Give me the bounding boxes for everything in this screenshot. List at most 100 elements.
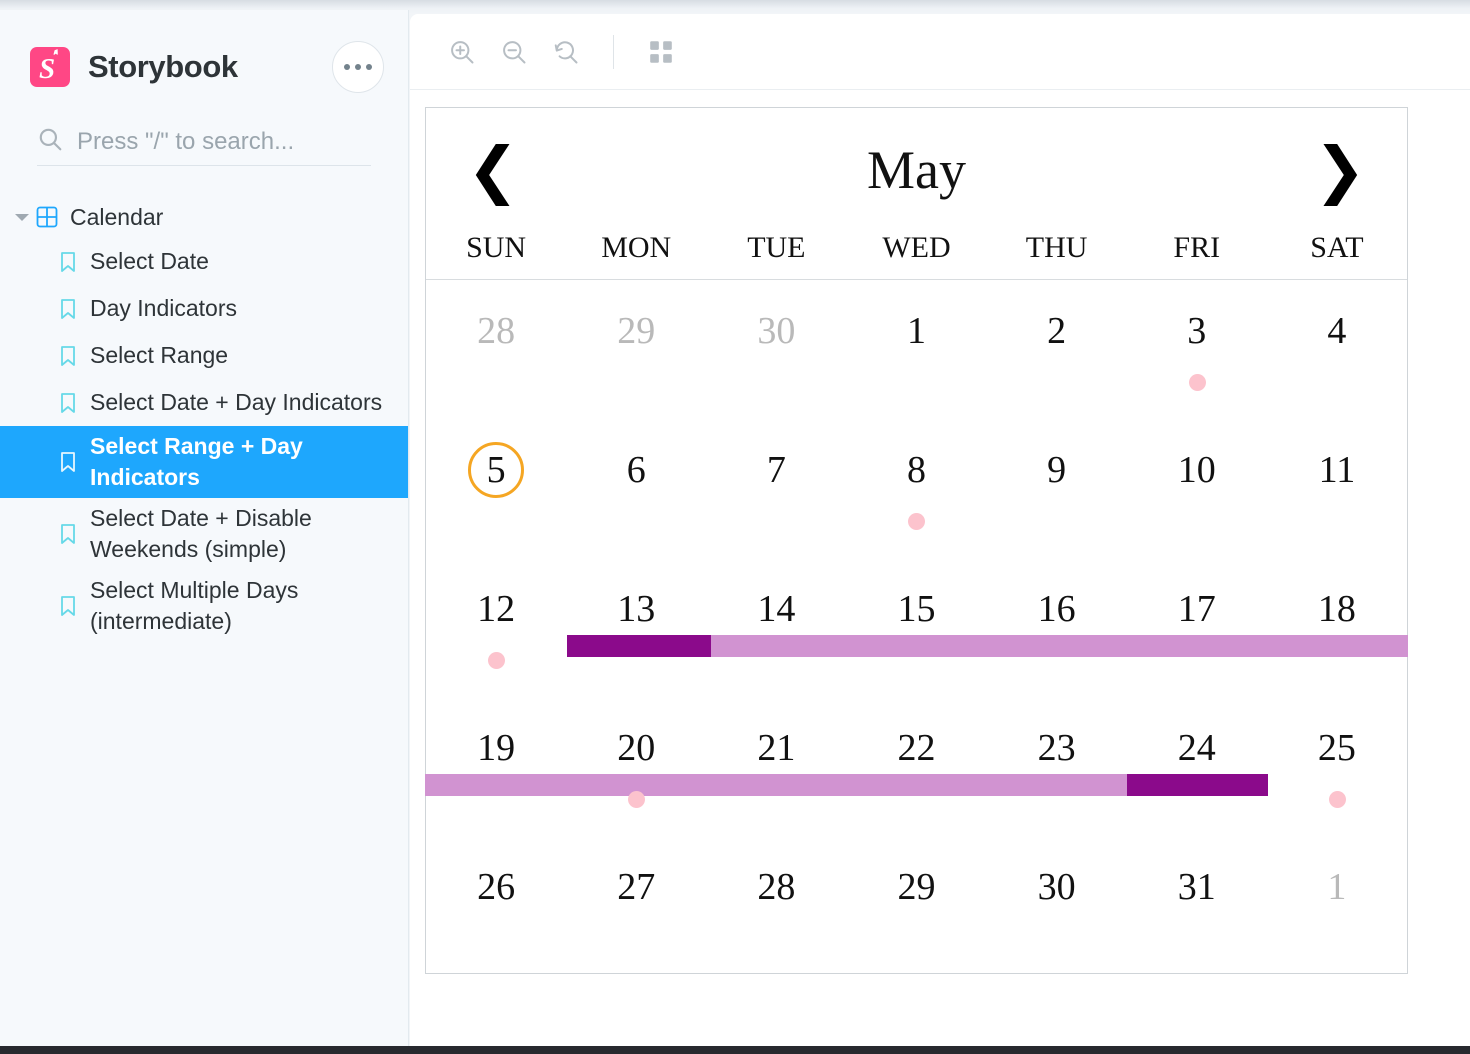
calendar-day-cell[interactable]: 25 (1267, 697, 1407, 836)
calendar-day-cell[interactable]: 21 (706, 697, 846, 836)
calendar-day-cell[interactable]: 28 (706, 836, 846, 973)
calendar-day-cell[interactable]: 7 (706, 419, 846, 558)
calendar-day-cell[interactable]: 31 (1127, 836, 1267, 973)
day-indicator-dot (628, 791, 646, 808)
calendar-day-cell[interactable]: 12 (426, 558, 566, 697)
calendar-day-cell[interactable]: 26 (426, 836, 566, 973)
calendar-day-cell[interactable]: 30 (987, 836, 1127, 973)
calendar-day-cell[interactable]: 11 (1267, 419, 1407, 558)
sidebar-item-select-range-day-indicators[interactable]: Select Range + Day Indicators (0, 426, 408, 498)
weekday-label: SAT (1310, 231, 1364, 264)
bookmark-icon (58, 523, 78, 545)
window-bottom-edge (0, 1046, 1470, 1054)
calendar-day-cell[interactable]: 23 (987, 697, 1127, 836)
calendar-day-cell[interactable]: 8 (846, 419, 986, 558)
day-number: 21 (757, 727, 796, 769)
sidebar-item-select-date-disable-weekends[interactable]: Select Date + Disable Weekends (simple) (0, 498, 408, 570)
sidebar-menu-button[interactable] (332, 41, 384, 93)
calendar-day-cell[interactable]: 28 (426, 280, 566, 419)
day-number: 5 (468, 442, 525, 498)
calendar-day-cell[interactable]: 22 (846, 697, 986, 836)
calendar-day-cell[interactable]: 30 (706, 280, 846, 419)
sidebar-item-select-date[interactable]: Select Date (0, 238, 408, 285)
day-number: 29 (897, 866, 936, 908)
calendar-day-cell-range-start[interactable]: 13 (566, 558, 706, 697)
day-number: 25 (1317, 727, 1356, 769)
storybook-logo-icon[interactable]: S (30, 47, 70, 87)
zoom-reset-button[interactable] (542, 28, 590, 76)
sidebar: S Storybook Press "/" to search... Calen… (0, 10, 409, 1046)
calendar-week-row: 28 29 30 1 2 3 4 (426, 280, 1407, 419)
chevron-right-icon[interactable]: ❯ (1305, 138, 1375, 201)
calendar-day-cell-today[interactable]: 5 (426, 419, 566, 558)
tree-group-calendar[interactable]: Calendar (0, 196, 408, 238)
calendar-day-cell[interactable]: 17 (1127, 558, 1267, 697)
day-number: 28 (757, 866, 796, 908)
ellipsis-dot (344, 64, 350, 70)
calendar-day-cell[interactable]: 6 (566, 419, 706, 558)
calendar-day-cell[interactable]: 2 (987, 280, 1127, 419)
day-number: 29 (617, 310, 656, 352)
calendar-day-cell[interactable]: 14 (706, 558, 846, 697)
bookmark-icon (58, 451, 78, 473)
day-number: 2 (1047, 310, 1067, 352)
day-number: 13 (617, 588, 656, 630)
chevron-left-icon[interactable]: ❮ (458, 138, 528, 201)
calendar-day-cell[interactable]: 29 (566, 280, 706, 419)
sidebar-item-label: Day Indicators (90, 295, 238, 321)
day-number: 4 (1327, 310, 1347, 352)
calendar-week-row: 12 13 14 15 16 17 18 (426, 558, 1408, 697)
calendar-day-cell[interactable]: 1 (1267, 836, 1407, 973)
sidebar-item-select-multiple-days[interactable]: Select Multiple Days (intermediate) (0, 570, 408, 642)
calendar-day-cell[interactable]: 4 (1267, 280, 1407, 419)
calendar-week-row: 26 27 28 29 30 31 1 (426, 836, 1407, 973)
day-number: 26 (477, 866, 516, 908)
day-number: 3 (1187, 310, 1207, 352)
preview-panel: ❮ May ❯ SUN MON TUE WED THU FRI SAT 28 2… (410, 14, 1470, 1046)
day-number: 16 (1037, 588, 1076, 630)
search-input[interactable] (77, 127, 371, 156)
day-number: 8 (906, 449, 926, 491)
day-number: 10 (1177, 449, 1216, 491)
calendar-day-cell[interactable]: 18 (1267, 558, 1407, 697)
range-selected-bar (567, 635, 711, 657)
day-number: 12 (477, 588, 516, 630)
calendar-day-cell[interactable]: 27 (566, 836, 706, 973)
calendar-day-cell[interactable]: 15 (846, 558, 986, 697)
day-number: 1 (906, 310, 926, 352)
day-number: 28 (477, 310, 516, 352)
tree-group-label: Calendar (70, 203, 164, 230)
day-number: 11 (1318, 449, 1356, 491)
day-number: 15 (897, 588, 936, 630)
sidebar-item-select-range[interactable]: Select Range (0, 332, 408, 379)
zoom-in-button[interactable] (438, 28, 486, 76)
day-number: 6 (626, 449, 646, 491)
search-bar[interactable] (37, 118, 371, 166)
chevron-down-icon[interactable] (14, 209, 30, 225)
day-number: 7 (766, 449, 786, 491)
zoom-out-button[interactable] (490, 28, 538, 76)
day-number: 17 (1177, 588, 1216, 630)
calendar-day-cell[interactable]: 19 (426, 697, 566, 836)
toolbar-divider (613, 34, 614, 69)
calendar-day-cell[interactable]: 20 (566, 697, 706, 836)
weekday-label: SUN (466, 231, 527, 264)
calendar-weekday-header: SUN MON TUE WED THU FRI SAT (426, 231, 1407, 280)
day-indicator-dot (488, 652, 506, 669)
calendar-day-cell[interactable]: 1 (846, 280, 986, 419)
calendar-day-cell[interactable]: 29 (846, 836, 986, 973)
bookmark-icon (58, 345, 78, 367)
component-grid-icon (36, 206, 58, 228)
sidebar-item-day-indicators[interactable]: Day Indicators (0, 285, 408, 332)
calendar-day-cell[interactable]: 9 (987, 419, 1127, 558)
story-canvas: ❮ May ❯ SUN MON TUE WED THU FRI SAT 28 2… (410, 90, 1470, 974)
calendar-day-cell[interactable]: 16 (987, 558, 1127, 697)
search-icon (37, 126, 77, 157)
day-number: 19 (477, 727, 516, 769)
bookmark-icon (58, 251, 78, 273)
calendar-day-cell[interactable]: 3 (1127, 280, 1267, 419)
grid-button[interactable] (637, 28, 685, 76)
calendar-day-cell-range-end[interactable]: 24 (1127, 697, 1267, 836)
calendar-day-cell[interactable]: 10 (1127, 419, 1267, 558)
sidebar-item-select-date-day-indicators[interactable]: Select Date + Day Indicators (0, 379, 408, 426)
